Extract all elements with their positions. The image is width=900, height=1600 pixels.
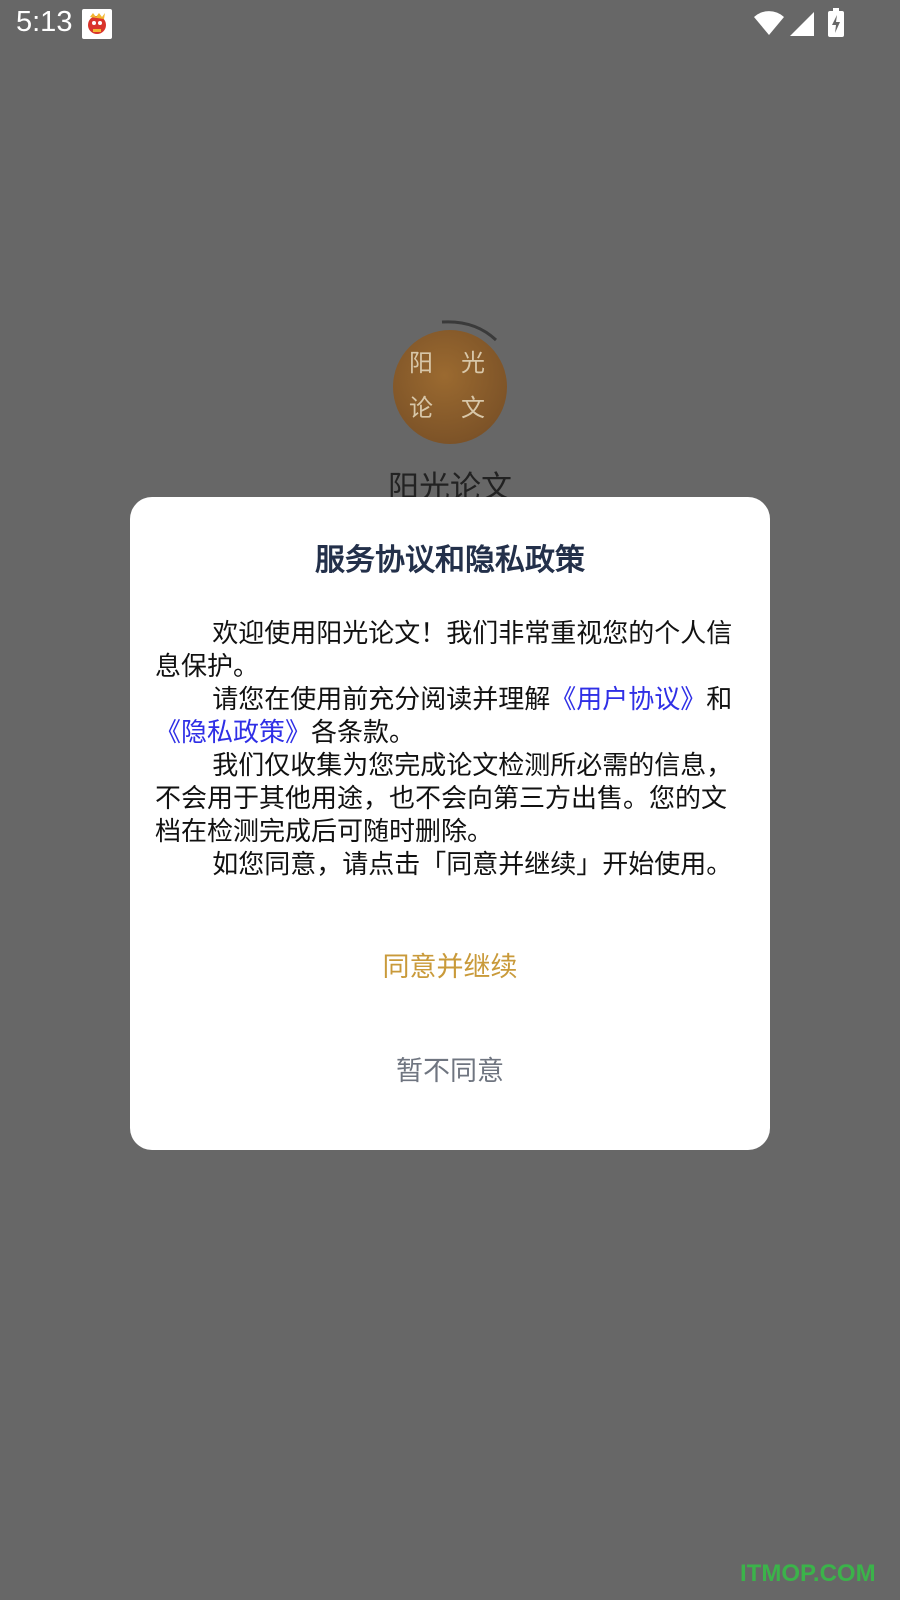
privacy-policy-link[interactable]: 《隐私政策》	[155, 718, 311, 748]
decline-button[interactable]: 暂不同意	[130, 1037, 770, 1107]
dialog-paragraph: 请您在使用前充分阅读并理解《用户协议》和《隐私政策》各条款。	[155, 684, 750, 750]
battery-charging-icon	[827, 8, 845, 42]
dialog-paragraph: 我们仅收集为您完成论文检测所必需的信息，不会用于其他用途，也不会向第三方出售。您…	[155, 751, 733, 847]
app-notification-icon	[82, 9, 112, 39]
logo-char: 阳	[409, 349, 433, 377]
logo-char: 光	[461, 349, 485, 377]
agree-continue-button[interactable]: 同意并继续	[130, 933, 770, 1003]
logo-char: 文	[461, 394, 485, 422]
privacy-dialog: 服务协议和隐私政策 欢迎使用阳光论文！我们非常重视您的个人信息保护。 请您在使用…	[130, 497, 770, 1150]
user-agreement-link[interactable]: 《用户协议》	[550, 685, 706, 715]
status-time: 5:13	[16, 6, 73, 38]
dialog-body: 欢迎使用阳光论文！我们非常重视您的个人信息保护。 请您在使用前充分阅读并理解《用…	[155, 618, 750, 882]
logo-char: 论	[409, 394, 433, 422]
signal-icon	[789, 11, 815, 41]
paragraph-text: 和	[706, 685, 733, 715]
dialog-paragraph: 欢迎使用阳光论文！我们非常重视您的个人信息保护。	[155, 619, 733, 682]
watermark: ITMOP.COM	[740, 1560, 876, 1587]
paragraph-text: 请您在使用前充分阅读并理解	[212, 685, 551, 715]
dialog-title: 服务协议和隐私政策	[315, 543, 585, 578]
wifi-icon	[753, 10, 785, 40]
app-logo: 阳 光 论 文	[393, 330, 507, 444]
dialog-paragraph: 如您同意，请点击「同意并继续」开始使用。	[212, 850, 733, 880]
status-bar: 5:13	[0, 0, 900, 50]
paragraph-text: 各条款。	[311, 718, 416, 748]
